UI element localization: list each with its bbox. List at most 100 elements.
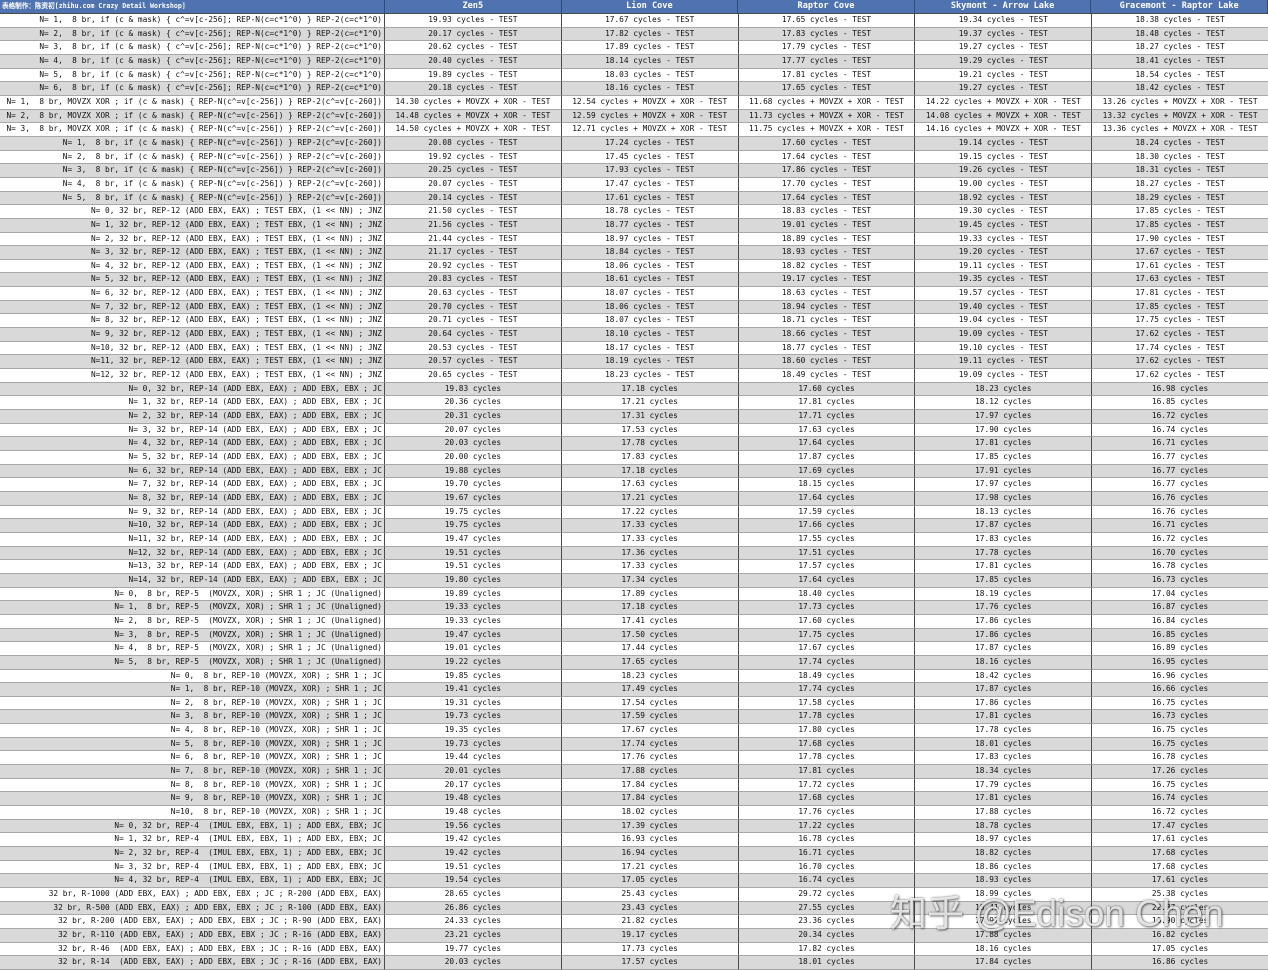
cell-lion-cove: 17.65 cycles bbox=[561, 655, 739, 670]
row-label: N=10, 32 br, REP-14 (ADD EBX, EAX) ; ADD… bbox=[0, 519, 385, 533]
table-row: N= 4, 8 br, if (c & mask) { c^=v[c-256];… bbox=[0, 54, 1268, 69]
cell-zen5: 19.01 cycles bbox=[385, 642, 562, 656]
cell-lion-cove: 17.67 cycles - TEST bbox=[561, 14, 739, 28]
cell-gracemont: 18.48 cycles - TEST bbox=[1092, 28, 1268, 42]
cell-lion-cove: 18.97 cycles - TEST bbox=[561, 232, 739, 247]
row-label: N= 1, 8 br, REP-5 (MOVZX, XOR) ; SHR 1 ;… bbox=[0, 601, 385, 615]
cell-raptor-cove: 16.78 cycles bbox=[738, 833, 916, 848]
cell-lion-cove: 25.43 cycles bbox=[561, 888, 739, 902]
table-row: N= 2, 32 br, REP-12 (ADD EBX, EAX) ; TES… bbox=[0, 232, 1268, 247]
cell-gracemont: 17.81 cycles - TEST bbox=[1092, 287, 1268, 301]
cell-skymont: 17.83 cycles bbox=[915, 532, 1093, 547]
table-row: N= 1, 32 br, REP-14 (ADD EBX, EAX) ; ADD… bbox=[0, 396, 1268, 411]
cell-gracemont: 17.61 cycles bbox=[1092, 833, 1268, 848]
cell-gracemont: 18.38 cycles - TEST bbox=[1092, 14, 1268, 28]
cell-skymont: 19.37 cycles - TEST bbox=[915, 27, 1093, 42]
cell-zen5: 19.89 cycles - TEST bbox=[385, 68, 562, 83]
cell-raptor-cove: 17.69 cycles bbox=[738, 464, 916, 479]
table-row: N=10, 8 br, REP-10 (MOVZX, XOR) ; SHR 1 … bbox=[0, 806, 1268, 820]
cell-lion-cove: 18.10 cycles - TEST bbox=[561, 328, 739, 342]
table-row: N=13, 32 br, REP-14 (ADD EBX, EAX) ; ADD… bbox=[0, 560, 1268, 574]
cell-zen5: 19.89 cycles bbox=[385, 587, 562, 602]
cell-zen5: 20.18 cycles - TEST bbox=[385, 82, 562, 96]
table-row: N= 7, 8 br, REP-10 (MOVZX, XOR) ; SHR 1 … bbox=[0, 765, 1268, 779]
row-label: N= 3, 8 br, MOVZX XOR ; if (c & mask) { … bbox=[0, 123, 385, 137]
cell-skymont: 19.40 cycles - TEST bbox=[915, 300, 1093, 315]
cell-zen5: 26.86 cycles bbox=[385, 901, 562, 916]
cell-raptor-cove: 16.70 cycles bbox=[738, 860, 916, 875]
cell-gracemont: 16.85 cycles bbox=[1092, 396, 1268, 411]
row-label: N= 2, 8 br, REP-5 (MOVZX, XOR) ; SHR 1 ;… bbox=[0, 614, 385, 629]
cell-lion-cove: 18.06 cycles - TEST bbox=[561, 300, 739, 315]
cell-skymont: 18.99 cycles bbox=[915, 888, 1093, 902]
cell-gracemont: 17.74 cycles - TEST bbox=[1092, 342, 1268, 356]
row-label: 32 br, R-200 (ADD EBX, EAX) ; ADD EBX, E… bbox=[0, 915, 385, 929]
cell-raptor-cove: 17.60 cycles - TEST bbox=[738, 136, 916, 151]
cell-gracemont: 17.90 cycles - TEST bbox=[1092, 233, 1268, 247]
cell-lion-cove: 17.53 cycles bbox=[561, 423, 739, 438]
table-row: N= 5, 8 br, REP-5 (MOVZX, XOR) ; SHR 1 ;… bbox=[0, 655, 1268, 670]
cell-raptor-cove: 18.15 cycles bbox=[738, 478, 916, 492]
cell-skymont: 19.00 cycles - TEST bbox=[915, 177, 1093, 192]
row-label: N= 1, 32 br, REP-12 (ADD EBX, EAX) ; TES… bbox=[0, 218, 385, 233]
cell-lion-cove: 17.67 cycles bbox=[561, 724, 739, 738]
cell-zen5: 19.51 cycles bbox=[385, 560, 562, 574]
table-row: N= 8, 32 br, REP-14 (ADD EBX, EAX) ; ADD… bbox=[0, 491, 1268, 506]
cell-raptor-cove: 18.94 cycles - TEST bbox=[738, 300, 916, 315]
table-row: N= 8, 32 br, REP-12 (ADD EBX, EAX) ; TES… bbox=[0, 314, 1268, 329]
cell-zen5: 21.44 cycles - TEST bbox=[385, 232, 562, 247]
row-label: N=11, 32 br, REP-12 (ADD EBX, EAX) ; TES… bbox=[0, 355, 385, 370]
table-row: 32 br, R-46 (ADD EBX, EAX) ; ADD EBX, EB… bbox=[0, 942, 1268, 957]
benchmark-table: 表格制作：陈资初[zhihu.com Crazy Detail Workshop… bbox=[0, 0, 1268, 971]
cell-zen5: 20.17 cycles bbox=[385, 778, 562, 793]
cell-skymont: 17.86 cycles bbox=[915, 628, 1093, 643]
cell-zen5: 20.62 cycles - TEST bbox=[385, 41, 562, 55]
row-label: N=10, 8 br, REP-10 (MOVZX, XOR) ; SHR 1 … bbox=[0, 806, 385, 820]
row-label: N= 0, 32 br, REP-12 (ADD EBX, EAX) ; TES… bbox=[0, 205, 385, 219]
cell-gracemont: 18.30 cycles - TEST bbox=[1092, 151, 1268, 165]
cell-lion-cove: 18.06 cycles - TEST bbox=[561, 259, 739, 274]
cell-lion-cove: 17.39 cycles bbox=[561, 819, 739, 834]
cell-gracemont: 16.71 cycles bbox=[1092, 437, 1268, 451]
row-label: N= 3, 32 br, REP-12 (ADD EBX, EAX) ; TES… bbox=[0, 246, 385, 260]
cell-skymont: 19.33 cycles - TEST bbox=[915, 232, 1093, 247]
cell-skymont: 17.88 cycles bbox=[915, 928, 1093, 943]
cell-gracemont: 16.76 cycles bbox=[1092, 492, 1268, 506]
cell-gracemont: 13.36 cycles + MOVZX + XOR - TEST bbox=[1092, 123, 1268, 137]
cell-lion-cove: 17.33 cycles bbox=[561, 532, 739, 547]
row-label: N= 1, 8 br, MOVZX XOR ; if (c & mask) { … bbox=[0, 95, 385, 110]
cell-lion-cove: 17.44 cycles bbox=[561, 642, 739, 656]
cell-zen5: 20.31 cycles bbox=[385, 410, 562, 424]
row-label: N= 2, 32 br, REP-12 (ADD EBX, EAX) ; TES… bbox=[0, 232, 385, 247]
row-label: N= 0, 8 br, REP-5 (MOVZX, XOR) ; SHR 1 ;… bbox=[0, 587, 385, 602]
row-label: N= 5, 8 br, if (c & mask) { REP-N(c^=v[c… bbox=[0, 191, 385, 206]
cell-zen5: 20.71 cycles - TEST bbox=[385, 314, 562, 329]
row-label: N= 3, 8 br, REP-10 (MOVZX, XOR) ; SHR 1 … bbox=[0, 710, 385, 725]
cell-skymont: 17.78 cycles bbox=[915, 546, 1093, 561]
row-label: N= 1, 8 br, if (c & mask) { c^=v[c-256];… bbox=[0, 14, 385, 28]
table-row: N=10, 32 br, REP-14 (ADD EBX, EAX) ; ADD… bbox=[0, 519, 1268, 533]
cell-raptor-cove: 17.57 cycles bbox=[738, 560, 916, 574]
cell-skymont: 18.34 cycles bbox=[915, 765, 1093, 779]
cell-gracemont: 16.89 cycles bbox=[1092, 642, 1268, 656]
table-row: N= 4, 8 br, REP-10 (MOVZX, XOR) ; SHR 1 … bbox=[0, 724, 1268, 738]
cell-gracemont: 18.24 cycles - TEST bbox=[1092, 137, 1268, 151]
cell-gracemont: 16.98 cycles bbox=[1092, 383, 1268, 397]
cell-zen5: 20.36 cycles bbox=[385, 396, 562, 411]
cell-lion-cove: 12.59 cycles + MOVZX + XOR - TEST bbox=[561, 109, 739, 124]
table-row: 32 br, R-14 (ADD EBX, EAX) ; ADD EBX, EB… bbox=[0, 956, 1268, 970]
row-label: N= 0, 32 br, REP-14 (ADD EBX, EAX) ; ADD… bbox=[0, 382, 385, 397]
row-label: 32 br, R-1000 (ADD EBX, EAX) ; ADD EBX, … bbox=[0, 888, 385, 902]
table-row: N= 3, 32 br, REP-14 (ADD EBX, EAX) ; ADD… bbox=[0, 423, 1268, 438]
table-row: N= 5, 8 br, if (c & mask) { c^=v[c-256];… bbox=[0, 68, 1268, 83]
table-row: 32 br, R-500 (ADD EBX, EAX) ; ADD EBX, E… bbox=[0, 901, 1268, 916]
row-label: N= 1, 32 br, REP-4 (IMUL EBX, EBX, 1) ; … bbox=[0, 833, 385, 848]
cell-lion-cove: 17.34 cycles bbox=[561, 573, 739, 588]
cell-zen5: 20.70 cycles - TEST bbox=[385, 300, 562, 315]
table-row: N= 1, 8 br, if (c & mask) { REP-N(c^=v[c… bbox=[0, 136, 1268, 151]
cell-gracemont: 16.82 cycles bbox=[1092, 929, 1268, 943]
cell-zen5: 19.56 cycles bbox=[385, 819, 562, 834]
cell-gracemont: 16.72 cycles bbox=[1092, 806, 1268, 820]
cell-zen5: 19.33 cycles bbox=[385, 601, 562, 615]
cell-gracemont: 16.86 cycles bbox=[1092, 956, 1268, 970]
